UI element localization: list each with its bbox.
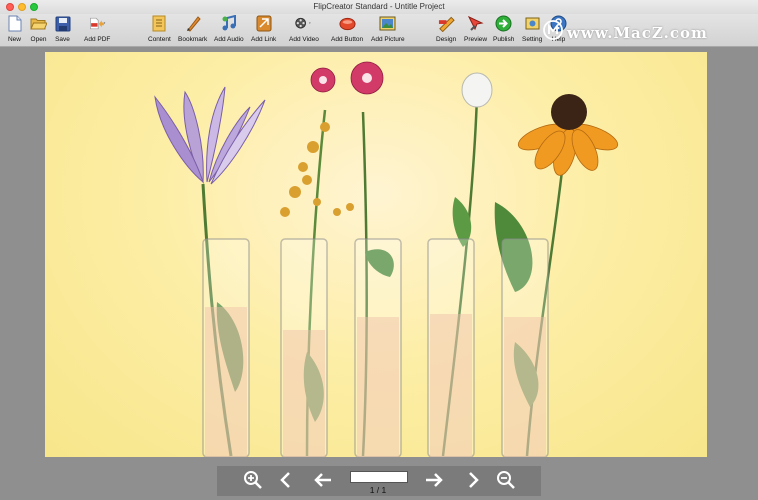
preview-icon	[467, 15, 484, 32]
zoom-in-icon	[244, 471, 262, 489]
open-button[interactable]: Open	[30, 15, 47, 43]
last-page-button[interactable]	[462, 469, 484, 491]
new-button[interactable]: New	[6, 15, 23, 43]
page-number-input[interactable]	[350, 471, 408, 483]
design-icon	[438, 15, 455, 32]
preview-button[interactable]: Preview	[464, 15, 487, 43]
next-page-icon	[426, 473, 443, 487]
setting-icon	[524, 15, 541, 32]
setting-button[interactable]: Setting	[522, 15, 542, 43]
add-button-button[interactable]: Add Button	[331, 15, 363, 43]
zoom-in-button[interactable]	[242, 469, 264, 491]
previous-page-button[interactable]	[312, 469, 334, 491]
first-page-button[interactable]	[275, 469, 297, 491]
canvas-area	[0, 47, 758, 465]
book-page[interactable]	[45, 52, 707, 457]
next-page-button[interactable]	[423, 469, 445, 491]
watermark-logo-icon	[543, 20, 563, 45]
bookmark-button[interactable]: Bookmark	[178, 15, 207, 43]
add-link-button[interactable]: Add Link	[251, 15, 276, 43]
last-page-icon	[469, 472, 479, 488]
zoom-out-button[interactable]	[495, 469, 517, 491]
save-button[interactable]: Save	[54, 15, 71, 43]
content-button[interactable]: Content	[148, 15, 171, 43]
first-page-icon	[280, 472, 290, 488]
add-audio-icon	[220, 15, 237, 32]
add-picture-button[interactable]: Add Picture	[371, 15, 405, 43]
save-disk-icon	[54, 15, 71, 32]
bookmark-icon	[184, 15, 201, 32]
add-audio-button[interactable]: Add Audio	[214, 15, 244, 43]
watermark: www.MacZ.com	[543, 20, 708, 45]
watermark-text: www.MacZ.com	[567, 23, 708, 42]
add-video-icon	[295, 15, 312, 32]
content-icon	[151, 15, 168, 32]
page-photo	[154, 61, 619, 457]
publish-button[interactable]: Publish	[493, 15, 514, 43]
add-link-icon	[255, 15, 272, 32]
page-indicator: 1 / 1	[369, 485, 387, 495]
toolbar: New Open Save Add PDF Content Bookmark A…	[0, 14, 758, 47]
design-button[interactable]: Design	[436, 15, 456, 43]
zoom-out-icon	[497, 471, 515, 489]
add-pdf-icon	[89, 15, 106, 32]
add-video-button[interactable]: Add Video	[289, 15, 319, 43]
window-title: FlipCreator Standard - Untitle Project	[313, 2, 445, 11]
new-document-icon	[6, 15, 23, 32]
page-navigation-bar: 1 / 1	[217, 466, 541, 496]
open-folder-icon	[30, 15, 47, 32]
add-button-icon	[339, 15, 356, 32]
add-picture-icon	[379, 15, 396, 32]
publish-icon	[495, 15, 512, 32]
title-bar: FlipCreator Standard - Untitle Project	[0, 0, 758, 14]
add-pdf-button[interactable]: Add PDF	[84, 15, 110, 43]
previous-page-icon	[314, 473, 331, 487]
